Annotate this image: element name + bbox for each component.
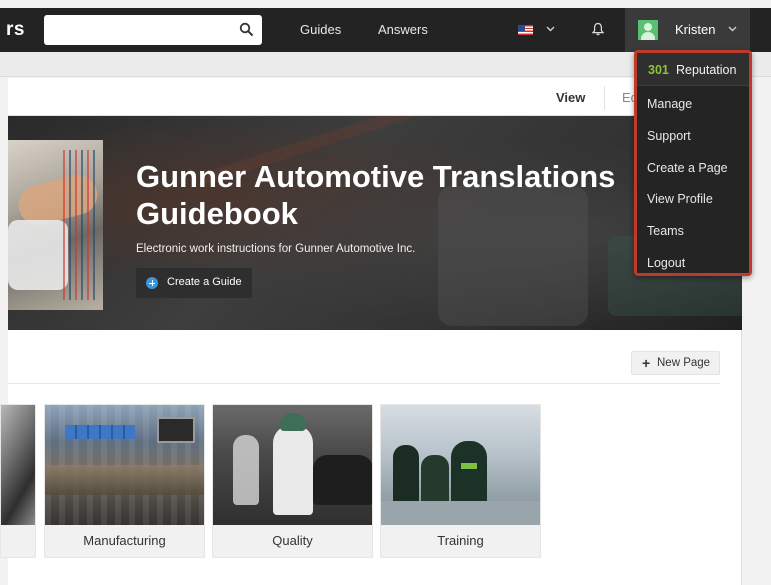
category-tile-quality[interactable]: Quality	[212, 404, 373, 558]
image-detail	[313, 455, 372, 505]
category-name: Training	[437, 533, 484, 548]
page-tabs: View Ed	[8, 78, 742, 116]
reputation-label: Reputation	[676, 63, 737, 77]
page-content: View Ed Gunner Automotive Translations G…	[0, 78, 742, 585]
menu-item-label: View Profile	[647, 192, 713, 206]
create-guide-label: Create a Guide	[167, 276, 242, 288]
menu-item-manage[interactable]: Manage	[637, 89, 749, 119]
image-detail	[273, 425, 313, 515]
search-icon[interactable]	[239, 22, 254, 42]
category-image	[381, 405, 540, 525]
image-detail	[45, 465, 204, 495]
menu-item-label: Manage	[647, 97, 693, 111]
image-detail	[157, 417, 195, 443]
hero-banner: Gunner Automotive Translations Guidebook…	[8, 116, 742, 330]
guidebook-cover-image	[8, 140, 103, 310]
category-image	[1, 405, 35, 525]
nav-answers-link[interactable]: Answers	[378, 22, 428, 37]
user-menu-button[interactable]: Kristen	[625, 8, 750, 52]
avatar	[638, 20, 658, 40]
page-subtitle: Electronic work instructions for Gunner …	[136, 243, 416, 255]
category-tile-training[interactable]: Training	[380, 404, 541, 558]
tab-view[interactable]: View	[556, 90, 585, 105]
image-detail	[233, 435, 259, 505]
new-page-button[interactable]: + New Page	[631, 351, 720, 375]
user-name: Kristen	[675, 22, 716, 37]
image-detail	[65, 425, 135, 439]
menu-item-logout[interactable]: Logout	[637, 248, 749, 278]
page-title: Gunner Automotive Translations Guidebook	[136, 159, 616, 231]
search-input[interactable]	[44, 15, 234, 45]
reputation-value: 301	[648, 63, 669, 77]
menu-item-label: Teams	[647, 224, 684, 238]
cover-detail	[8, 220, 68, 290]
nav-guides-link[interactable]: Guides	[300, 22, 341, 37]
category-name: Quality	[272, 533, 313, 548]
new-page-label: New Page	[657, 357, 711, 369]
tab-divider	[604, 86, 605, 110]
user-chevron-down-icon	[728, 24, 737, 35]
reputation-row[interactable]: 301 Reputation	[637, 53, 749, 86]
plus-icon: +	[642, 355, 651, 371]
us-flag-icon[interactable]	[518, 25, 533, 35]
site-logo[interactable]: rs	[6, 19, 25, 41]
language-chevron-down-icon[interactable]	[546, 24, 555, 35]
menu-item-create-page[interactable]: Create a Page	[637, 153, 749, 183]
menu-item-label: Support	[647, 129, 691, 143]
top-nav-bar: rs Guides Answers Kristen	[0, 8, 771, 52]
menu-item-label: Create a Page	[647, 161, 728, 175]
notifications-bell-icon[interactable]	[591, 22, 605, 41]
image-detail	[280, 413, 306, 431]
category-image	[45, 405, 204, 525]
plus-circle-icon	[146, 277, 158, 289]
menu-item-teams[interactable]: Teams	[637, 216, 749, 246]
menu-item-label: Logout	[647, 256, 686, 270]
search-box[interactable]	[44, 15, 262, 45]
category-image	[213, 405, 372, 525]
category-tile[interactable]	[0, 404, 36, 558]
image-detail	[381, 501, 540, 525]
menu-item-support[interactable]: Support	[637, 121, 749, 151]
category-tile-manufacturing[interactable]: Manufacturing	[44, 404, 205, 558]
user-dropdown-menu: 301 Reputation Manage Support Create a P…	[634, 50, 752, 276]
app-window: rs Guides Answers Kristen View Ed Gunner…	[0, 0, 771, 585]
cover-detail	[63, 150, 98, 300]
section-divider	[8, 383, 720, 384]
menu-item-view-profile[interactable]: View Profile	[637, 184, 749, 214]
category-name: Manufacturing	[83, 533, 166, 548]
create-guide-button[interactable]: Create a Guide	[136, 268, 252, 298]
